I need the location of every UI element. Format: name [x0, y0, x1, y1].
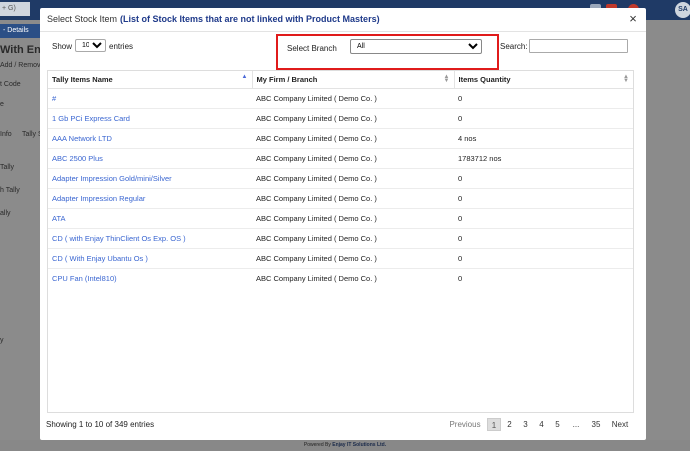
table-row: 1 Gb PCi Express Card ABC Company Limited…	[48, 107, 633, 128]
firm-branch-cell: ABC Company Limited ( Demo Co. )	[252, 107, 454, 128]
column-header-tally-items-name[interactable]: Tally Items Name ▲	[48, 71, 253, 89]
firm-branch-cell: ABC Company Limited ( Demo Co. )	[252, 227, 454, 248]
table-row: Adapter Impression Regular ABC Company Li…	[48, 187, 633, 208]
background-text: t Code	[0, 81, 21, 88]
background-text: Tally	[0, 164, 15, 171]
quantity-cell: 0	[454, 267, 633, 288]
quantity-cell: 0	[454, 207, 633, 228]
background-title: With Enj	[0, 44, 44, 56]
item-name-link[interactable]: ATA	[48, 207, 252, 228]
item-name-link[interactable]: CD ( with Enjay ThinClient Os Exp. OS )	[48, 227, 252, 248]
close-icon[interactable]: ×	[627, 12, 639, 26]
table-row: ATA ABC Company Limited ( Demo Co. ) 0	[48, 207, 633, 228]
firm-branch-cell: ABC Company Limited ( Demo Co. )	[252, 147, 454, 168]
quantity-cell: 0	[454, 87, 633, 108]
firm-branch-cell: ABC Company Limited ( Demo Co. )	[252, 207, 454, 228]
quantity-cell: 0	[454, 247, 633, 268]
item-name-link[interactable]: 1 Gb PCi Express Card	[48, 107, 252, 128]
quantity-cell: 0	[454, 227, 633, 248]
table-info: Showing 1 to 10 of 349 entries	[46, 420, 155, 429]
firm-branch-cell: ABC Company Limited ( Demo Co. )	[252, 247, 454, 268]
item-name-link[interactable]: AAA Network LTD	[48, 127, 252, 148]
table-row: Adapter Impression Gold/mini/Silver ABC C…	[48, 167, 633, 188]
column-header-label: Tally Items Name	[52, 74, 113, 84]
quantity-cell: 1783712 nos	[454, 147, 633, 168]
quantity-cell: 4 nos	[454, 127, 633, 148]
show-label: Show	[52, 42, 73, 51]
firm-branch-cell: ABC Company Limited ( Demo Co. )	[252, 87, 454, 108]
sort-both-icon: ▲ ▼	[443, 74, 450, 84]
background-text: h Tally	[0, 187, 20, 194]
table-row: CD ( with Enjay ThinClient Os Exp. OS ) A…	[48, 227, 633, 248]
sort-both-icon: ▲ ▼	[623, 74, 629, 84]
background-text: Add / Remov	[0, 62, 41, 69]
search-input[interactable]	[529, 39, 628, 53]
table-row: AAA Network LTD ABC Company Limited ( Dem…	[48, 127, 633, 148]
background-text: Info	[0, 131, 12, 138]
column-header-label: Items Quantity	[458, 74, 511, 84]
pagination-page-2[interactable]: 2	[503, 418, 516, 431]
pagination-previous[interactable]: Previous	[448, 418, 482, 431]
item-name-link[interactable]: #	[48, 87, 252, 108]
table-row: CD ( With Enjay Ubantu Os ) ABC Company L…	[48, 247, 633, 268]
pagination-page-5[interactable]: 5	[551, 418, 564, 431]
column-header-label: My Firm / Branch	[256, 74, 318, 84]
item-name-link[interactable]: CPU Fan (Intel810)	[48, 267, 252, 288]
quantity-cell: 0	[454, 187, 633, 208]
stock-items-table: Tally Items Name ▲ My Firm / Branch ▲ ▼ Ite…	[48, 71, 633, 288]
item-name-link[interactable]: Adapter Impression Gold/mini/Silver	[48, 167, 252, 188]
firm-branch-cell: ABC Company Limited ( Demo Co. )	[252, 267, 454, 288]
modal-subtitle: (List of Stock Items that are not linked…	[120, 14, 380, 24]
pagination-next[interactable]: Next	[608, 418, 632, 431]
background-search: + G)	[0, 2, 30, 16]
modal-title-text: Select Stock Item	[47, 14, 118, 24]
background-text: ally	[0, 210, 11, 217]
item-name-link[interactable]: Adapter Impression Regular	[48, 187, 252, 208]
avatar: SA	[675, 2, 690, 18]
stock-items-table-wrap: Tally Items Name ▲ My Firm / Branch ▲ ▼ Ite…	[47, 70, 634, 413]
pagination-page-1[interactable]: 1	[487, 418, 501, 431]
table-row: # ABC Company Limited ( Demo Co. ) 0	[48, 87, 633, 108]
modal-title: Select Stock Item (List of Stock Items th…	[47, 14, 380, 24]
footer-prefix: Powered By	[303, 442, 331, 448]
select-branch-label: Select Branch	[287, 44, 337, 53]
table-row: CPU Fan (Intel810) ABC Company Limited ( …	[48, 267, 633, 288]
branch-select[interactable]: All	[350, 39, 482, 54]
pagination-page-3[interactable]: 3	[519, 418, 532, 431]
item-name-link[interactable]: ABC 2500 Plus	[48, 147, 252, 168]
table-row: ABC 2500 Plus ABC Company Limited ( Demo …	[48, 147, 633, 168]
modal-header: Select Stock Item (List of Stock Items th…	[40, 8, 646, 32]
pagination-page-4[interactable]: 4	[535, 418, 548, 431]
firm-branch-cell: ABC Company Limited ( Demo Co. )	[252, 167, 454, 188]
background-tab: - Details	[0, 24, 45, 38]
item-name-link[interactable]: CD ( With Enjay Ubantu Os )	[48, 247, 252, 268]
background-text: e	[0, 101, 4, 108]
footer-brand: Enjay IT Solutions Ltd.	[332, 442, 387, 448]
entries-label: entries	[109, 42, 134, 51]
entries-length-select[interactable]: 10	[75, 39, 106, 52]
table-header-row: Tally Items Name ▲ My Firm / Branch ▲ ▼ Ite…	[48, 71, 633, 89]
column-header-firm-branch[interactable]: My Firm / Branch ▲ ▼	[251, 71, 455, 89]
app-footer: Powered By Enjay IT Solutions Ltd.	[0, 440, 690, 451]
select-stock-item-modal: Select Stock Item (List of Stock Items th…	[40, 8, 646, 440]
pagination-ellipsis: ...	[572, 420, 580, 429]
quantity-cell: 0	[454, 167, 633, 188]
pagination-page-35[interactable]: 35	[588, 418, 604, 431]
search-label: Search:	[500, 42, 528, 51]
quantity-cell: 0	[454, 107, 633, 128]
column-header-items-quantity[interactable]: Items Quantity ▲ ▼	[453, 71, 633, 89]
firm-branch-cell: ABC Company Limited ( Demo Co. )	[252, 127, 454, 148]
firm-branch-cell: ABC Company Limited ( Demo Co. )	[252, 187, 454, 208]
sort-ascending-icon: ▲	[241, 74, 248, 80]
background-text: y	[0, 337, 4, 344]
